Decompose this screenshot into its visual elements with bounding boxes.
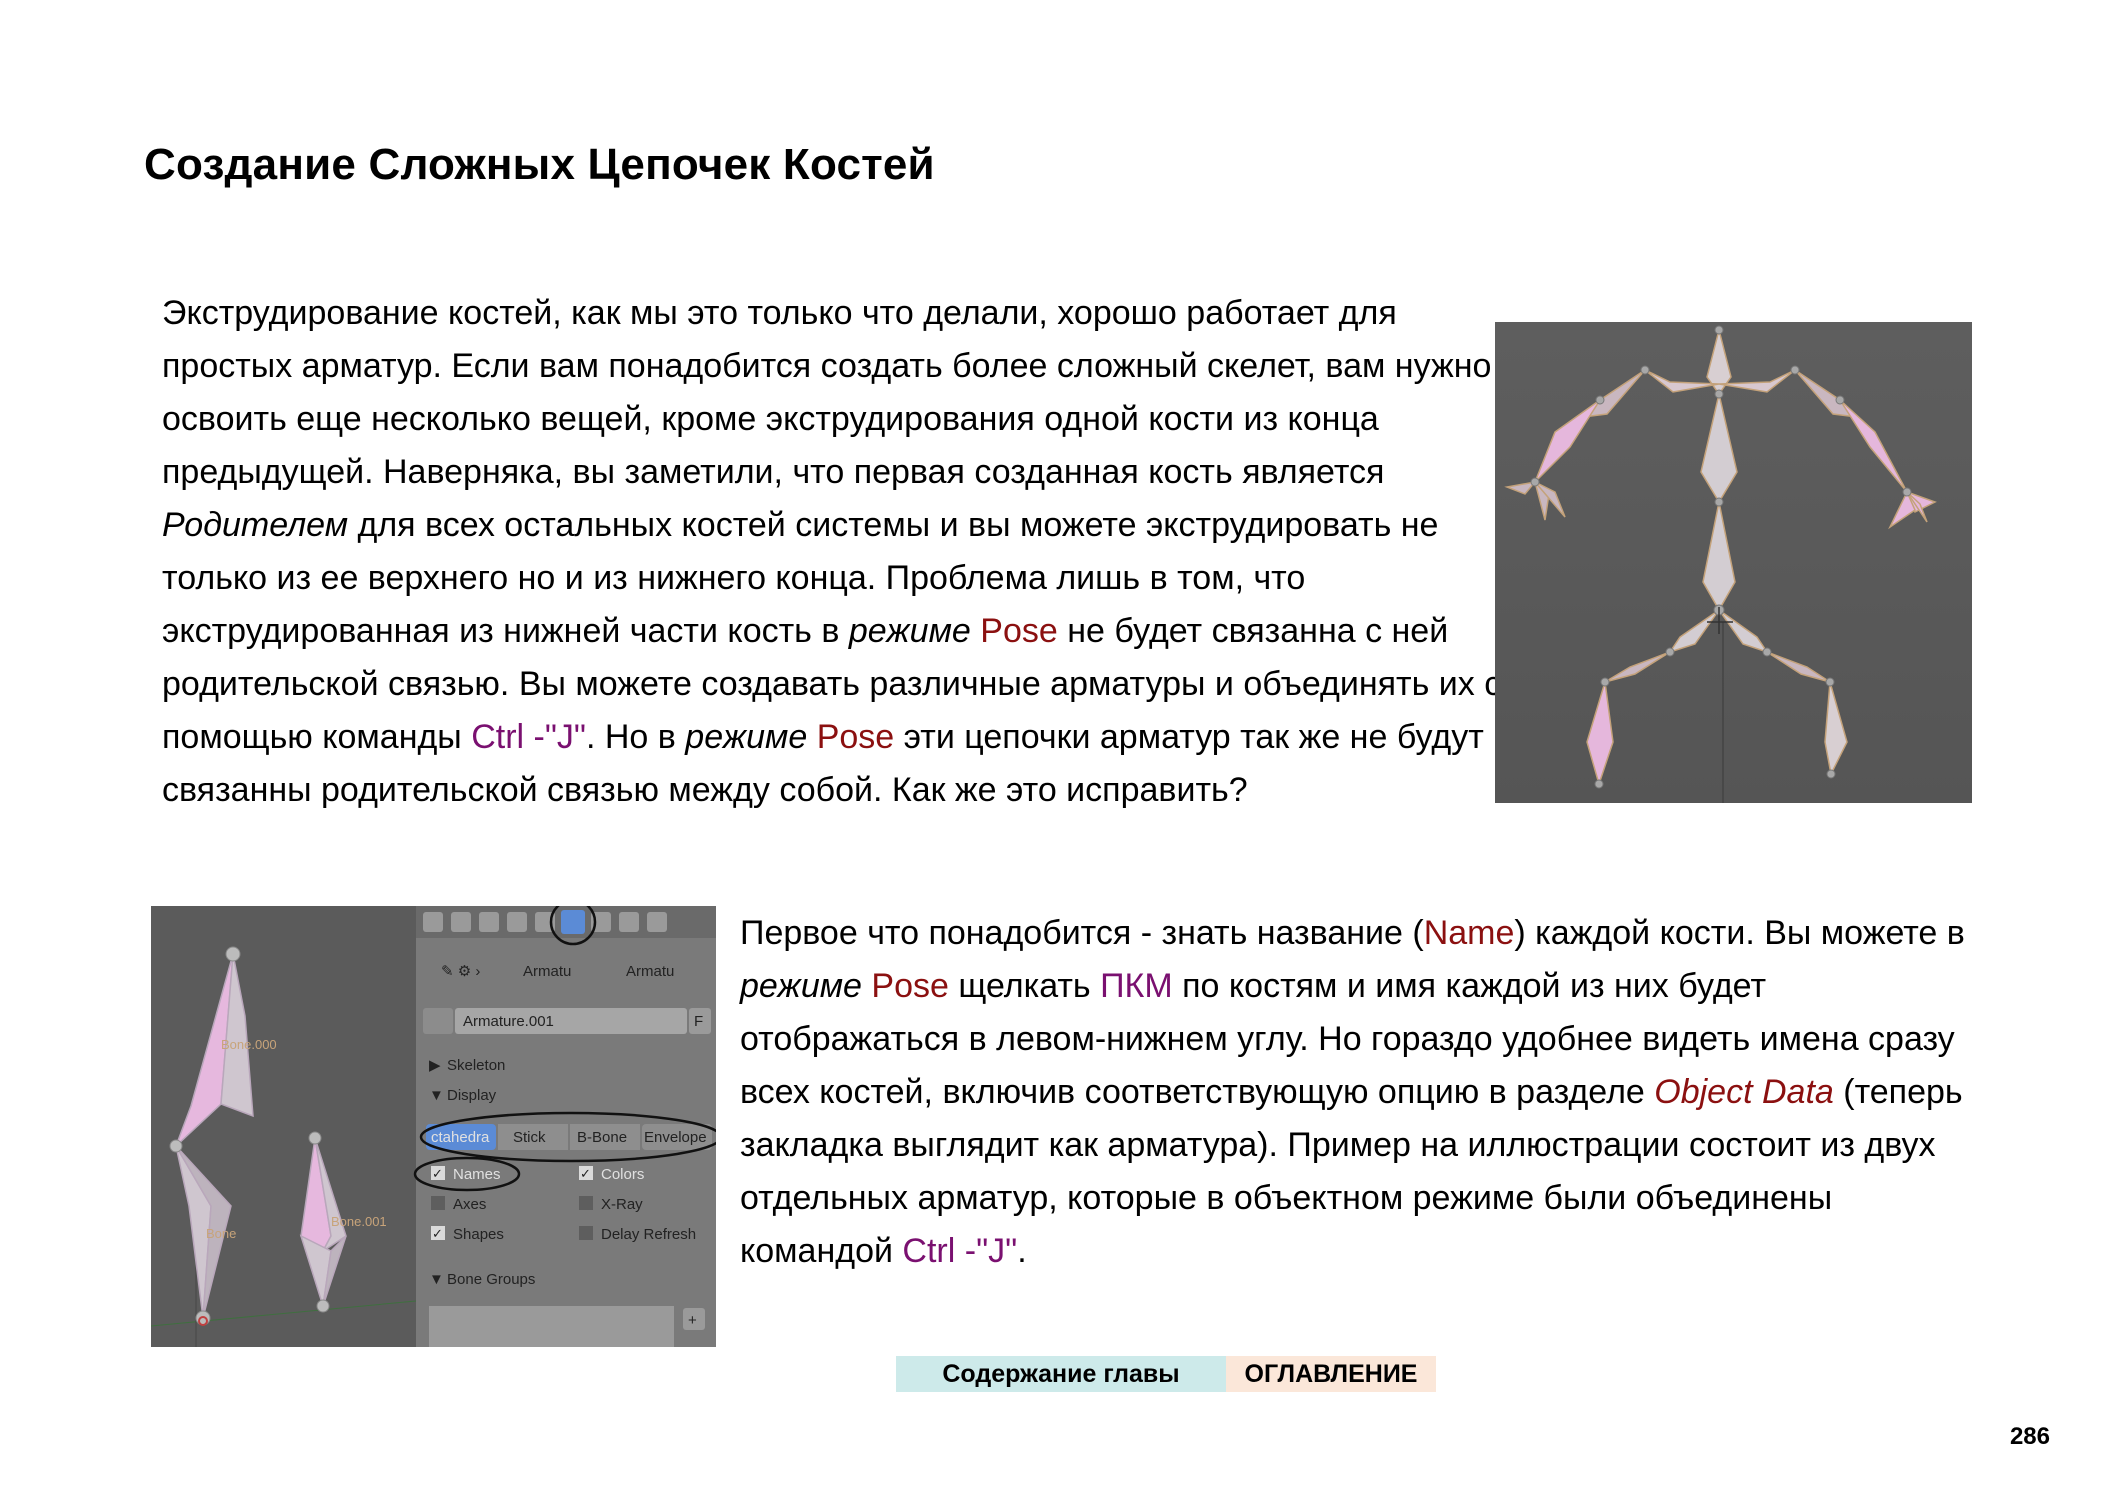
checkbox-xray: X-Ray [601,1196,643,1213]
term-mode: режиме [685,718,808,756]
text-run: . [1017,1232,1027,1270]
svg-text:+: + [688,1312,697,1329]
display-mode-bbone: B-Bone [577,1129,627,1146]
breadcrumb-item: Armatu [523,963,571,980]
display-mode-envelope: Envelope [644,1129,707,1146]
checkbox-shapes: Shapes [453,1226,504,1243]
panel-label: Display [447,1087,497,1104]
panel-label: Bone Groups [447,1271,535,1288]
breadcrumb: ✎ ⚙ › [441,963,480,980]
panel-header-bone-groups: ▼ [429,1271,444,1288]
checkbox-axes: Axes [453,1196,486,1213]
datablock-name: Armature.001 [463,1013,554,1030]
names-paragraph: Первое что понадобится - знать название … [740,907,1970,1278]
text-run: . Но в [585,718,686,756]
panel-header-display: ▼ [429,1087,444,1104]
display-mode-octahedral: ctahedra [431,1129,490,1146]
page-title: Создание Сложных Цепочек Костей [144,140,935,189]
bone-label: Bone.001 [331,1214,387,1229]
term-mode: режиме [848,612,971,650]
term-object-data: Object Data [1654,1073,1834,1111]
checkbox-colors: Colors [601,1166,644,1183]
text-run: ) каждой кости. Вы можете в [1514,914,1965,952]
text-run: щелкать [948,967,1101,1005]
term-pose: Pose [816,718,895,756]
armature-skeleton-drawing [1495,322,1972,803]
fake-user-toggle: F [694,1013,703,1030]
armature-skeleton-image [1495,322,1972,803]
text-run: Первое что понадобится - знать название … [740,914,1424,952]
term-pose: Pose [980,612,1058,650]
page-number: 286 [2009,1423,2050,1450]
hotkey-rmb: ПКМ [1100,967,1173,1005]
table-of-contents-link[interactable]: ОГЛАВЛЕНИЕ [1226,1356,1436,1392]
bone-label: Bone.000 [221,1037,277,1052]
term-mode: режиме [740,967,862,1005]
term-pose: Pose [871,967,949,1005]
breadcrumb-item: Armatu [626,963,674,980]
svg-text:✓: ✓ [432,1166,443,1181]
term-name: Name [1423,914,1515,952]
intro-paragraph: Экструдирование костей, как мы это тольк… [162,287,1502,817]
panel-label: Skeleton [447,1057,505,1074]
hotkey-ctrl-j: Ctrl -"J" [471,718,586,756]
term-parent: Родителем [162,506,349,544]
panel-header-skeleton: ▶ [429,1057,441,1074]
display-panel-screenshot: Bone.000 Bone Bone.001 ✎ ⚙ › Armatu Arma… [151,906,716,1347]
chapter-contents-link[interactable]: Содержание главы [896,1356,1226,1392]
checkbox-delay-refresh: Delay Refresh [601,1226,696,1243]
svg-text:✓: ✓ [432,1226,443,1241]
svg-text:✓: ✓ [580,1166,591,1181]
viewport-and-properties-drawing: Bone.000 Bone Bone.001 ✎ ⚙ › Armatu Arma… [151,906,716,1347]
text-run: Экструдирование костей, как мы это тольк… [162,294,1492,491]
bone-label: Bone [206,1226,236,1241]
checkbox-names: Names [453,1166,501,1183]
hotkey-ctrl-j: Ctrl -"J" [902,1232,1018,1270]
display-mode-stick: Stick [513,1129,546,1146]
